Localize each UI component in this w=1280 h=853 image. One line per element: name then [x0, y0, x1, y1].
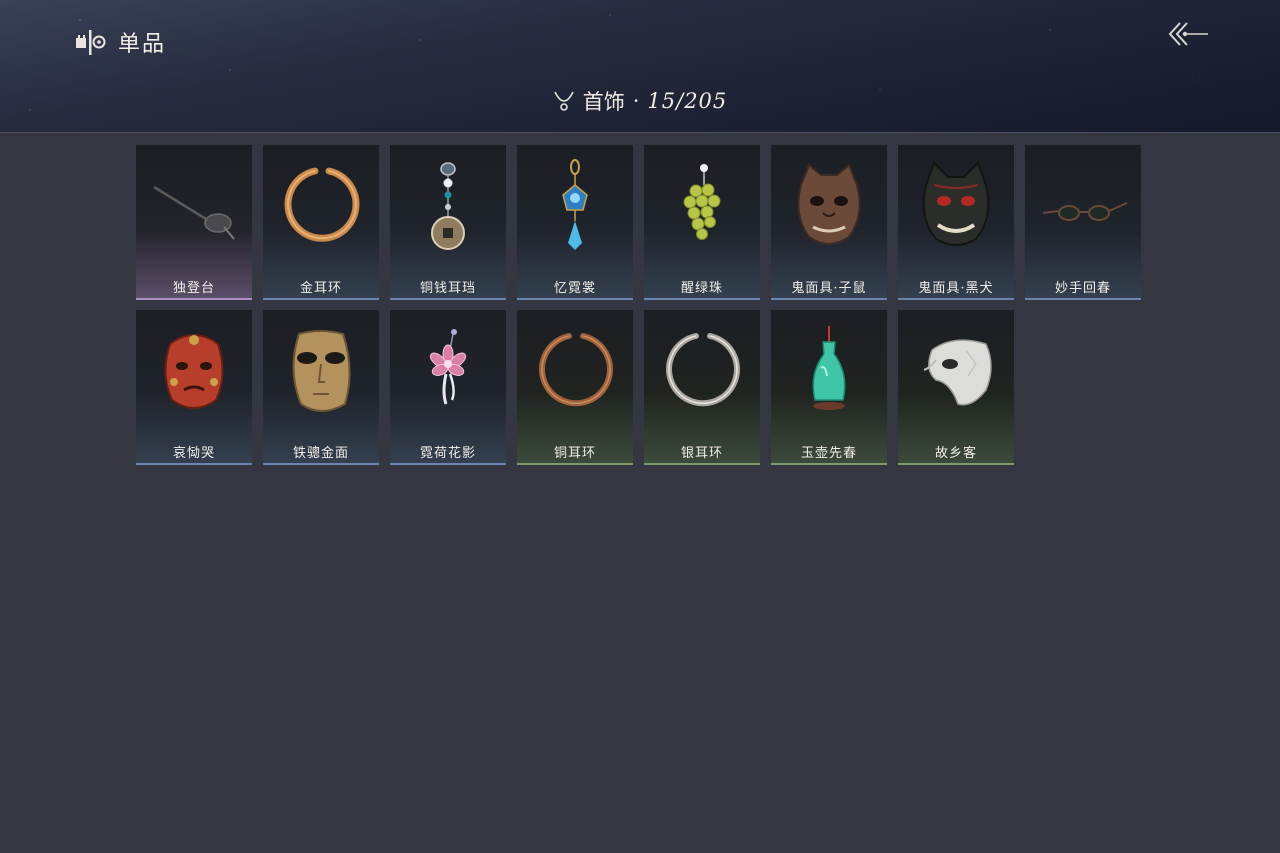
item-card[interactable]: 妙手回春: [1025, 145, 1141, 300]
item-card[interactable]: 霓荷花影: [390, 310, 506, 465]
green-beads-icon: [683, 164, 721, 240]
spectacles-icon: [1042, 202, 1128, 221]
item-card[interactable]: 忆霓裳: [517, 145, 633, 300]
gold-ring-icon: [284, 167, 360, 242]
item-label: 金耳环: [299, 281, 342, 296]
item-label: 独登台: [172, 281, 215, 296]
item-label: 铁骢金面: [292, 446, 349, 461]
back-arrow-icon: [1168, 22, 1208, 46]
item-card[interactable]: 哀恸哭: [136, 310, 252, 465]
necklace-icon: [553, 91, 574, 111]
red-mask-icon: [164, 334, 224, 409]
item-card[interactable]: 故乡客: [898, 310, 1014, 465]
page-title: 单品: [74, 26, 166, 58]
item-label: 银耳环: [680, 446, 723, 461]
copper-ring-icon: [539, 333, 613, 407]
item-label: 铜钱耳珰: [419, 281, 476, 296]
item-card[interactable]: 铜钱耳珰: [390, 145, 506, 300]
item-card[interactable]: 醒绿珠: [644, 145, 760, 300]
crystal-pendant-icon: [562, 159, 588, 250]
item-label: 玉壶先春: [800, 446, 857, 461]
page-title-text: 单品: [118, 32, 167, 57]
item-card[interactable]: 金耳环: [263, 145, 379, 300]
item-card[interactable]: 银耳环: [644, 310, 760, 465]
item-label: 霓荷花影: [419, 446, 476, 461]
tan-mask-icon: [292, 330, 351, 412]
hairpin-icon: [153, 185, 235, 240]
item-label: 妙手回春: [1054, 281, 1111, 296]
item-label: 忆霓裳: [553, 281, 596, 296]
silver-ring-icon: [666, 333, 740, 407]
item-label: 故乡客: [934, 446, 977, 461]
item-label: 鬼面具·子鼠: [791, 281, 867, 296]
rat-mask-icon: [797, 163, 861, 245]
dog-mask-icon: [922, 161, 990, 246]
item-card[interactable]: 铜耳环: [517, 310, 633, 465]
wardrobe-icon: [76, 30, 106, 55]
category-separator: ·: [632, 89, 640, 113]
category-heading: 首饰 · 15/205: [0, 86, 1280, 116]
item-label: 铜耳环: [553, 446, 596, 461]
flower-pendant-icon: [429, 329, 467, 405]
item-grid: 独登台 金耳环 铜钱耳珰 忆霓裳 醒绿珠 鬼面具·子鼠 鬼面具·黑犬 妙手回春 …: [136, 145, 1144, 465]
item-card[interactable]: 铁骢金面: [263, 310, 379, 465]
top-banner: 单品 首饰 · 15/205: [0, 0, 1280, 133]
item-card[interactable]: 玉壶先春: [771, 310, 887, 465]
item-card[interactable]: 鬼面具·子鼠: [771, 145, 887, 300]
category-count: 15/205: [647, 89, 728, 113]
white-mask-icon: [923, 339, 992, 406]
back-button[interactable]: [1166, 20, 1210, 50]
item-label: 醒绿珠: [680, 281, 723, 296]
item-label: 哀恸哭: [172, 446, 215, 461]
item-card[interactable]: 独登台: [136, 145, 252, 300]
item-card[interactable]: 鬼面具·黑犬: [898, 145, 1014, 300]
coin-earring-icon: [431, 162, 465, 250]
category-name: 首饰: [582, 90, 625, 114]
jade-vase-icon: [812, 326, 846, 410]
item-label: 鬼面具·黑犬: [918, 281, 994, 296]
